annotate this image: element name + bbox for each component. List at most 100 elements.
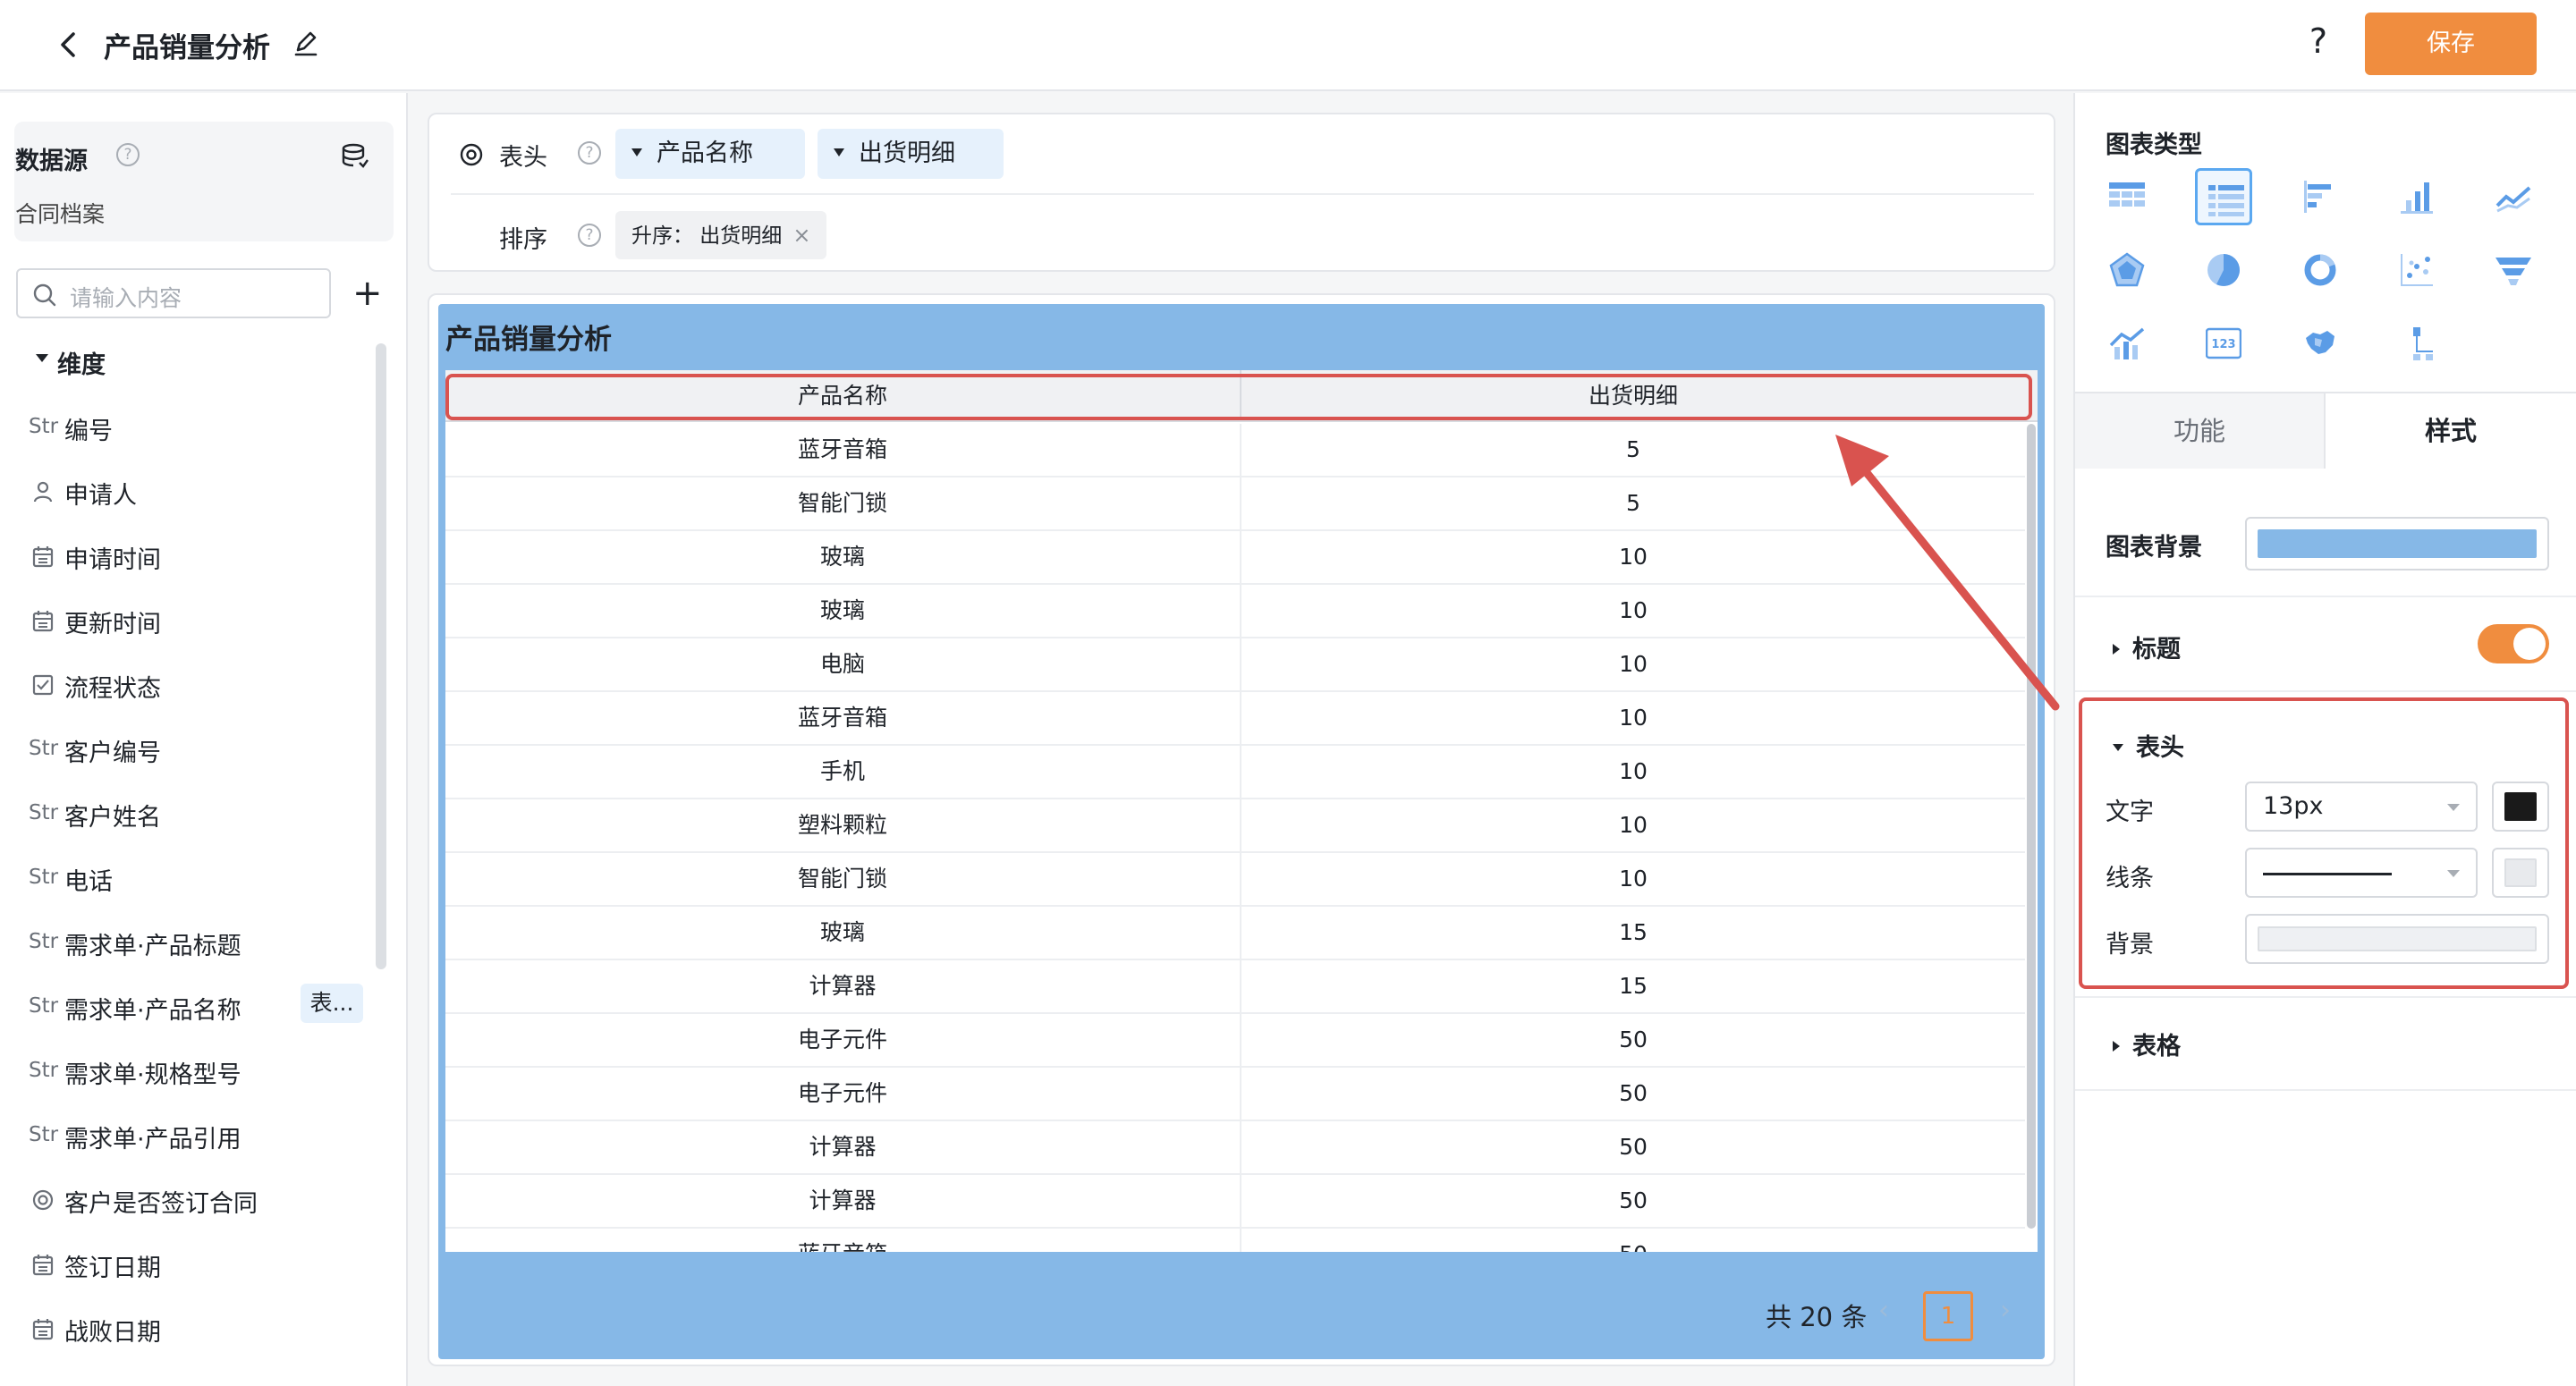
table-row: 计算器 50 bbox=[445, 1175, 2025, 1229]
collapse-caret-icon bbox=[2113, 743, 2123, 751]
number-card-icon[interactable]: 123 bbox=[2195, 315, 2252, 372]
header-section-toggle[interactable]: 表头 bbox=[2113, 728, 2184, 763]
sort-remove-icon[interactable]: × bbox=[792, 223, 810, 248]
chart-bg-color-picker[interactable] bbox=[2245, 517, 2549, 570]
expand-caret-icon bbox=[2113, 643, 2120, 655]
table-section-toggle[interactable]: 表格 bbox=[2113, 1027, 2181, 1061]
field-search-input[interactable]: 请输入内容 bbox=[16, 268, 331, 318]
header-field-chip-shipment[interactable]: 出货明细 bbox=[818, 129, 1004, 179]
dimension-item[interactable]: Str 编号 bbox=[0, 395, 376, 460]
table-cell: 50 bbox=[1619, 1080, 1648, 1106]
text-type-icon: Str bbox=[29, 1059, 59, 1082]
config-divider bbox=[451, 193, 2034, 195]
title-section-label: 标题 bbox=[2132, 636, 2181, 663]
detail-table-icon[interactable] bbox=[2195, 168, 2252, 225]
sort-help-icon[interactable]: ? bbox=[578, 224, 601, 247]
dimension-item[interactable]: 流程状态 bbox=[0, 653, 376, 717]
dimension-item[interactable]: Str 客户编号 bbox=[0, 717, 376, 782]
table-cell: 50 bbox=[1241, 1229, 2025, 1252]
next-page-icon[interactable]: › bbox=[2000, 1295, 2011, 1326]
table-row: 电子元件 50 bbox=[445, 1068, 2025, 1121]
text-color-swatch bbox=[2504, 792, 2537, 821]
dimension-item[interactable]: Str 需求单·产品名称 表... bbox=[0, 975, 376, 1039]
table-scrollbar[interactable] bbox=[2027, 424, 2036, 1229]
header-field-chip-product[interactable]: 产品名称 bbox=[615, 129, 805, 179]
line-color-swatch bbox=[2504, 858, 2537, 887]
title-switch[interactable] bbox=[2478, 624, 2549, 663]
table-row: 电脑 10 bbox=[445, 638, 2025, 692]
line-chart-icon[interactable] bbox=[2485, 168, 2542, 225]
map-icon[interactable] bbox=[2292, 315, 2349, 372]
page-number-button[interactable]: 1 bbox=[1923, 1291, 1973, 1341]
table-cell: 10 bbox=[1619, 812, 1648, 838]
page-title: 产品销量分析 bbox=[104, 32, 270, 64]
dimension-item[interactable]: Str 需求单·产品引用 bbox=[0, 1103, 376, 1168]
dimension-item[interactable]: Str 需求单·规格型号 bbox=[0, 1039, 376, 1103]
sort-chip[interactable]: 升序： 出货明细 × bbox=[615, 211, 827, 259]
left-scrollbar[interactable] bbox=[376, 343, 386, 969]
bar-vertical-icon[interactable] bbox=[2388, 168, 2445, 225]
add-field-icon[interactable]: + bbox=[352, 275, 383, 311]
header-help-icon[interactable]: ? bbox=[578, 141, 601, 165]
funnel-icon[interactable] bbox=[2485, 241, 2542, 299]
line-style-select[interactable] bbox=[2245, 848, 2478, 898]
table-section-label: 表格 bbox=[2132, 1033, 2181, 1061]
tab-style[interactable]: 样式 bbox=[2326, 393, 2576, 469]
chip-caret-icon bbox=[631, 148, 642, 156]
dropdown-caret-icon bbox=[2447, 804, 2460, 811]
dimension-used-tag[interactable]: 表... bbox=[301, 984, 363, 1023]
dimension-header[interactable]: 维度 bbox=[57, 345, 106, 380]
dimension-collapse-icon[interactable] bbox=[36, 354, 48, 362]
dimension-item-label: 流程状态 bbox=[64, 675, 161, 703]
svg-text:123: 123 bbox=[2211, 338, 2235, 351]
header-bg-color-picker[interactable] bbox=[2245, 914, 2549, 964]
donut-icon[interactable] bbox=[2292, 241, 2349, 299]
text-type-icon: Str bbox=[29, 1123, 59, 1146]
database-switch-icon[interactable] bbox=[340, 141, 370, 170]
table-row: 蓝牙音箱50 bbox=[445, 1229, 2025, 1252]
table-cell: 5 bbox=[1626, 490, 1640, 516]
section-divider bbox=[2075, 690, 2576, 692]
line-color-picker[interactable] bbox=[2492, 848, 2549, 898]
table-row: 电子元件 50 bbox=[445, 1014, 2025, 1068]
table-cell: 智能门锁 bbox=[445, 477, 1241, 529]
combo-chart-icon[interactable] bbox=[2098, 315, 2156, 372]
font-size-select[interactable]: 13px bbox=[2245, 782, 2478, 832]
title-section-toggle[interactable]: 标题 bbox=[2113, 630, 2181, 664]
table-icon[interactable] bbox=[2098, 168, 2156, 225]
dimension-item[interactable]: 申请人 bbox=[0, 460, 376, 524]
dimension-item[interactable]: Str 需求单·产品标题 bbox=[0, 910, 376, 975]
dimension-item[interactable]: 签订日期 bbox=[0, 1232, 376, 1297]
tree-icon[interactable] bbox=[2388, 315, 2445, 372]
datasource-help-icon[interactable]: ? bbox=[116, 143, 140, 166]
dimension-item[interactable]: Str 电话 bbox=[0, 846, 376, 910]
radar-icon[interactable] bbox=[2098, 241, 2156, 299]
tab-function[interactable]: 功能 bbox=[2075, 393, 2326, 469]
save-button[interactable]: 保存 bbox=[2365, 13, 2537, 75]
table-cell: 10 bbox=[1619, 866, 1648, 892]
config-bar: 表头 ? 产品名称 出货明细 排序 ? 升序： 出货明细 × bbox=[428, 113, 2055, 272]
back-arrow-icon[interactable] bbox=[50, 27, 86, 63]
table-cell: 玻璃 bbox=[445, 531, 1241, 583]
edit-pencil-icon[interactable] bbox=[291, 27, 321, 59]
dimension-item[interactable]: 申请时间 bbox=[0, 524, 376, 588]
chip-label: 产品名称 bbox=[657, 139, 753, 167]
dimension-item-label: 编号 bbox=[64, 418, 113, 445]
section-divider bbox=[2075, 996, 2576, 998]
dimension-item-label: 需求单·产品引用 bbox=[64, 1126, 242, 1154]
help-button[interactable]: ? bbox=[2301, 21, 2336, 61]
dimension-item[interactable]: Str 客户姓名 bbox=[0, 782, 376, 846]
pie-icon[interactable] bbox=[2195, 241, 2252, 299]
line-label: 线条 bbox=[2106, 865, 2154, 892]
dimension-item[interactable]: 客户是否签订合同 bbox=[0, 1168, 376, 1232]
table-cell: 计算器 bbox=[445, 1175, 1241, 1227]
text-color-picker[interactable] bbox=[2492, 782, 2549, 832]
table-cell: 玻璃 bbox=[445, 907, 1241, 959]
prev-page-icon[interactable]: ‹ bbox=[1878, 1295, 1889, 1326]
dimension-item[interactable]: 更新时间 bbox=[0, 588, 376, 653]
scatter-icon[interactable] bbox=[2388, 241, 2445, 299]
dimension-item[interactable]: 战败日期 bbox=[0, 1297, 376, 1361]
bar-horizontal-icon[interactable] bbox=[2292, 168, 2349, 225]
text-type-icon: Str bbox=[29, 994, 59, 1018]
table-cell: 50 bbox=[1619, 1134, 1648, 1160]
